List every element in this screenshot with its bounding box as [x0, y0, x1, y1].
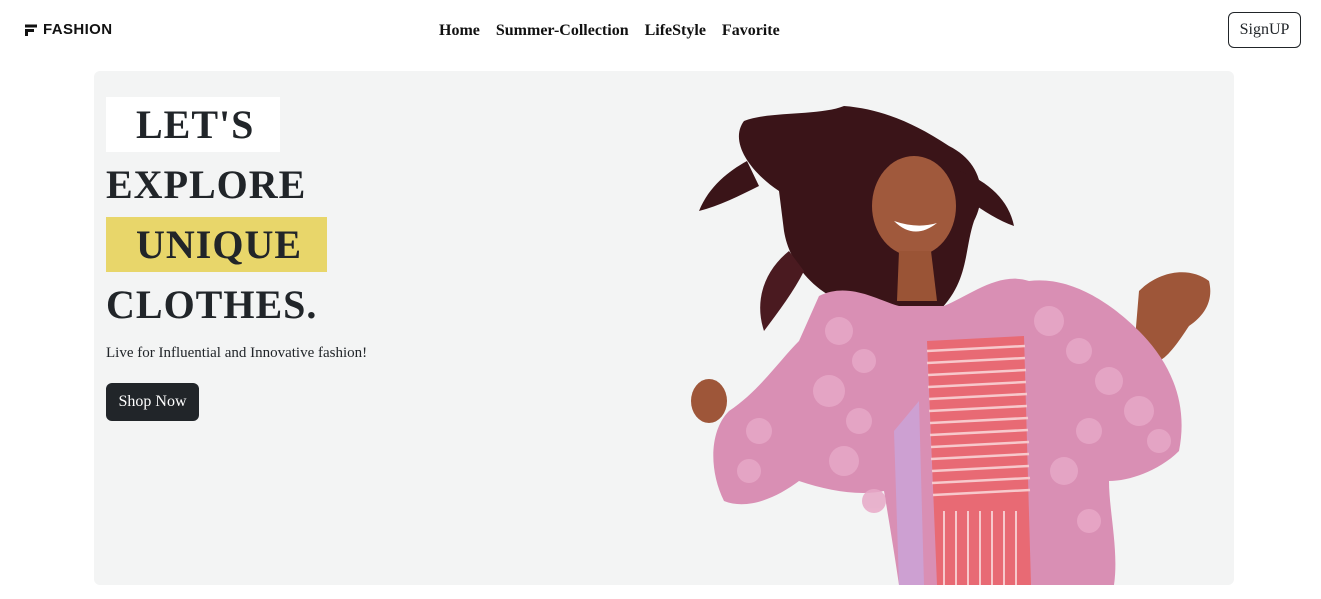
headline-line-1: LET'S	[106, 97, 280, 152]
headline-word-explore: EXPLORE	[106, 161, 307, 207]
brand-logo-icon	[25, 24, 37, 36]
hero-model-image	[691, 106, 1211, 585]
nav-link-favorite[interactable]: Favorite	[722, 21, 780, 41]
hero-tagline: Live for Influential and Innovative fash…	[106, 345, 368, 361]
shop-now-button[interactable]: Shop Now	[106, 383, 199, 421]
brand-name: FASHION	[43, 21, 113, 38]
headline-line-2: EXPLORE	[106, 157, 306, 212]
brand-link[interactable]: FASHION	[24, 22, 112, 37]
nav-link-summer-collection[interactable]: Summer-Collection	[496, 21, 629, 41]
navbar: FASHION Home Summer-Collection LifeStyle…	[0, 0, 1321, 62]
signup-button[interactable]: SignUP	[1228, 12, 1301, 48]
headline-word-clothes: CLOTHES.	[106, 281, 318, 327]
headline-word-lets: LET'S	[136, 101, 255, 147]
nav-link-home[interactable]: Home	[439, 21, 480, 41]
hero-banner: LET'S EXPLORE UNIQUE CLOTHES. Live for I…	[94, 71, 1234, 585]
headline-line-4: CLOTHES.	[106, 277, 317, 332]
nav-link-lifestyle[interactable]: LifeStyle	[645, 21, 706, 41]
headline-line-3: UNIQUE	[106, 217, 327, 272]
headline-word-unique: UNIQUE	[136, 221, 303, 267]
main-menu: Home Summer-Collection LifeStyle Favorit…	[439, 21, 780, 41]
